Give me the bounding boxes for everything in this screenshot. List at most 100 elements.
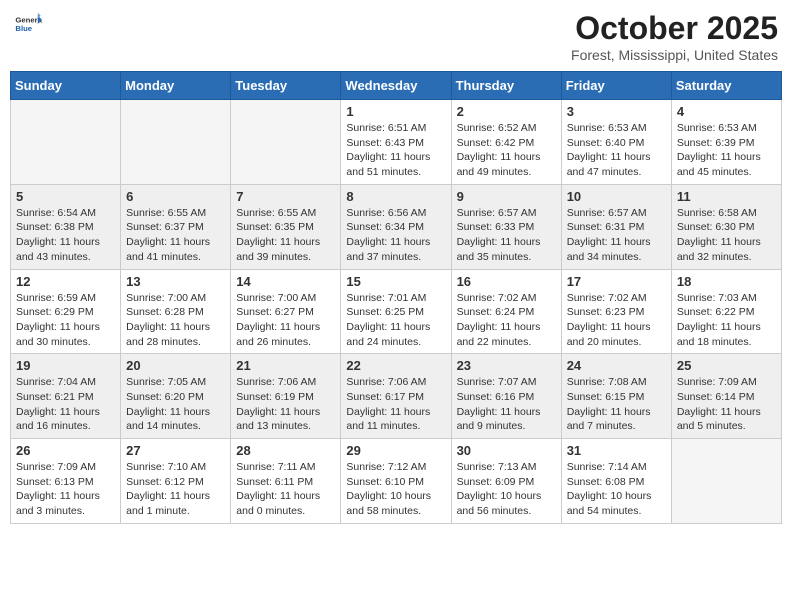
calendar-week-row: 12Sunrise: 6:59 AMSunset: 6:29 PMDayligh… [11, 269, 782, 354]
calendar-week-row: 19 Sunrise: 7:04 AMSunset: 6:21 PMDayligh… [11, 354, 782, 439]
calendar-day-cell: 8 Sunrise: 6:56 AMSunset: 6:34 PMDaylight… [341, 184, 451, 269]
day-info: Sunrise: 7:13 AMSunset: 6:09 PMDaylight:… [457, 460, 556, 519]
calendar-day-cell: 16 Sunrise: 7:02 AMSunset: 6:24 PMDayligh… [451, 269, 561, 354]
calendar-day-cell [11, 100, 121, 185]
day-number: 28 [236, 443, 335, 458]
calendar-week-row: 5Sunrise: 6:54 AMSunset: 6:38 PMDaylight… [11, 184, 782, 269]
day-info: Sunrise: 7:09 AMSunset: 6:14 PMDaylight:… [677, 375, 776, 434]
calendar-day-cell: 23 Sunrise: 7:07 AMSunset: 6:16 PMDayligh… [451, 354, 561, 439]
day-number: 9 [457, 189, 556, 204]
calendar-day-cell: 2 Sunrise: 6:52 AMSunset: 6:42 PMDaylight… [451, 100, 561, 185]
calendar-day-cell: 26 Sunrise: 7:09 AMSunset: 6:13 PMDayligh… [11, 439, 121, 524]
calendar-day-cell: 22Sunrise: 7:06 AMSunset: 6:17 PMDayligh… [341, 354, 451, 439]
day-info: Sunrise: 6:52 AMSunset: 6:42 PMDaylight:… [457, 121, 556, 180]
calendar-day-cell: 7 Sunrise: 6:55 AMSunset: 6:35 PMDaylight… [231, 184, 341, 269]
day-number: 14 [236, 274, 335, 289]
location: Forest, Mississippi, United States [571, 47, 778, 63]
day-number: 26 [16, 443, 115, 458]
day-info: Sunrise: 6:57 AMSunset: 6:33 PMDaylight:… [457, 206, 556, 265]
day-number: 1 [346, 104, 445, 119]
logo-icon: General Blue [14, 10, 42, 38]
day-number: 24 [567, 358, 666, 373]
day-number: 6 [126, 189, 225, 204]
day-info: Sunrise: 7:05 AMSunset: 6:20 PMDaylight:… [126, 375, 225, 434]
day-info: Sunrise: 6:58 AMSunset: 6:30 PMDaylight:… [677, 206, 776, 265]
day-info: Sunrise: 6:59 AMSunset: 6:29 PMDaylight:… [16, 291, 115, 350]
calendar-day-cell: 18 Sunrise: 7:03 AMSunset: 6:22 PMDayligh… [671, 269, 781, 354]
month-title: October 2025 [571, 10, 778, 47]
calendar-day-cell: 14Sunrise: 7:00 AMSunset: 6:27 PMDayligh… [231, 269, 341, 354]
day-info: Sunrise: 7:12 AMSunset: 6:10 PMDaylight:… [346, 460, 445, 519]
day-info: Sunrise: 7:03 AMSunset: 6:22 PMDaylight:… [677, 291, 776, 350]
day-number: 11 [677, 189, 776, 204]
day-number: 5 [16, 189, 115, 204]
calendar-day-cell: 1 Sunrise: 6:51 AMSunset: 6:43 PMDaylight… [341, 100, 451, 185]
day-info: Sunrise: 7:06 AMSunset: 6:19 PMDaylight:… [236, 375, 335, 434]
day-number: 7 [236, 189, 335, 204]
day-info: Sunrise: 7:04 AMSunset: 6:21 PMDaylight:… [16, 375, 115, 434]
day-number: 27 [126, 443, 225, 458]
calendar-day-cell: 15 Sunrise: 7:01 AMSunset: 6:25 PMDayligh… [341, 269, 451, 354]
calendar-day-cell: 24 Sunrise: 7:08 AMSunset: 6:15 PMDayligh… [561, 354, 671, 439]
day-number: 18 [677, 274, 776, 289]
calendar-day-cell: 17 Sunrise: 7:02 AMSunset: 6:23 PMDayligh… [561, 269, 671, 354]
day-number: 30 [457, 443, 556, 458]
day-info: Sunrise: 6:51 AMSunset: 6:43 PMDaylight:… [346, 121, 445, 180]
calendar-week-row: 1 Sunrise: 6:51 AMSunset: 6:43 PMDaylight… [11, 100, 782, 185]
calendar: SundayMondayTuesdayWednesdayThursdayFrid… [10, 71, 782, 524]
weekday-header-saturday: Saturday [671, 72, 781, 100]
day-info: Sunrise: 7:02 AMSunset: 6:23 PMDaylight:… [567, 291, 666, 350]
day-info: Sunrise: 6:53 AMSunset: 6:39 PMDaylight:… [677, 121, 776, 180]
day-number: 4 [677, 104, 776, 119]
header: General Blue October 2025 Forest, Missis… [10, 10, 782, 63]
calendar-week-row: 26 Sunrise: 7:09 AMSunset: 6:13 PMDayligh… [11, 439, 782, 524]
day-info: Sunrise: 6:55 AMSunset: 6:35 PMDaylight:… [236, 206, 335, 265]
weekday-header-row: SundayMondayTuesdayWednesdayThursdayFrid… [11, 72, 782, 100]
day-number: 2 [457, 104, 556, 119]
calendar-day-cell: 9 Sunrise: 6:57 AMSunset: 6:33 PMDaylight… [451, 184, 561, 269]
day-number: 23 [457, 358, 556, 373]
day-number: 29 [346, 443, 445, 458]
day-number: 19 [16, 358, 115, 373]
calendar-day-cell: 30 Sunrise: 7:13 AMSunset: 6:09 PMDayligh… [451, 439, 561, 524]
calendar-day-cell: 19 Sunrise: 7:04 AMSunset: 6:21 PMDayligh… [11, 354, 121, 439]
day-number: 13 [126, 274, 225, 289]
day-info: Sunrise: 7:01 AMSunset: 6:25 PMDaylight:… [346, 291, 445, 350]
day-number: 22 [346, 358, 445, 373]
day-info: Sunrise: 7:08 AMSunset: 6:15 PMDaylight:… [567, 375, 666, 434]
calendar-day-cell: 6 Sunrise: 6:55 AMSunset: 6:37 PMDaylight… [121, 184, 231, 269]
weekday-header-tuesday: Tuesday [231, 72, 341, 100]
svg-text:Blue: Blue [15, 24, 32, 33]
day-number: 15 [346, 274, 445, 289]
calendar-day-cell: 3Sunrise: 6:53 AMSunset: 6:40 PMDaylight… [561, 100, 671, 185]
day-info: Sunrise: 7:11 AMSunset: 6:11 PMDaylight:… [236, 460, 335, 519]
calendar-day-cell: 5Sunrise: 6:54 AMSunset: 6:38 PMDaylight… [11, 184, 121, 269]
title-area: October 2025 Forest, Mississippi, United… [571, 10, 778, 63]
weekday-header-monday: Monday [121, 72, 231, 100]
day-info: Sunrise: 6:57 AMSunset: 6:31 PMDaylight:… [567, 206, 666, 265]
day-info: Sunrise: 7:07 AMSunset: 6:16 PMDaylight:… [457, 375, 556, 434]
day-number: 21 [236, 358, 335, 373]
calendar-day-cell: 25Sunrise: 7:09 AMSunset: 6:14 PMDayligh… [671, 354, 781, 439]
calendar-day-cell: 27 Sunrise: 7:10 AMSunset: 6:12 PMDayligh… [121, 439, 231, 524]
day-info: Sunrise: 6:55 AMSunset: 6:37 PMDaylight:… [126, 206, 225, 265]
calendar-day-cell: 28 Sunrise: 7:11 AMSunset: 6:11 PMDayligh… [231, 439, 341, 524]
weekday-header-wednesday: Wednesday [341, 72, 451, 100]
weekday-header-friday: Friday [561, 72, 671, 100]
day-info: Sunrise: 7:09 AMSunset: 6:13 PMDaylight:… [16, 460, 115, 519]
calendar-day-cell: 29 Sunrise: 7:12 AMSunset: 6:10 PMDayligh… [341, 439, 451, 524]
weekday-header-thursday: Thursday [451, 72, 561, 100]
day-number: 17 [567, 274, 666, 289]
calendar-day-cell: 10 Sunrise: 6:57 AMSunset: 6:31 PMDayligh… [561, 184, 671, 269]
day-number: 8 [346, 189, 445, 204]
day-number: 3 [567, 104, 666, 119]
day-info: Sunrise: 7:00 AMSunset: 6:28 PMDaylight:… [126, 291, 225, 350]
day-number: 10 [567, 189, 666, 204]
calendar-day-cell [121, 100, 231, 185]
day-number: 31 [567, 443, 666, 458]
day-info: Sunrise: 6:56 AMSunset: 6:34 PMDaylight:… [346, 206, 445, 265]
day-info: Sunrise: 7:10 AMSunset: 6:12 PMDaylight:… [126, 460, 225, 519]
day-number: 16 [457, 274, 556, 289]
calendar-day-cell: 20Sunrise: 7:05 AMSunset: 6:20 PMDayligh… [121, 354, 231, 439]
day-info: Sunrise: 7:02 AMSunset: 6:24 PMDaylight:… [457, 291, 556, 350]
